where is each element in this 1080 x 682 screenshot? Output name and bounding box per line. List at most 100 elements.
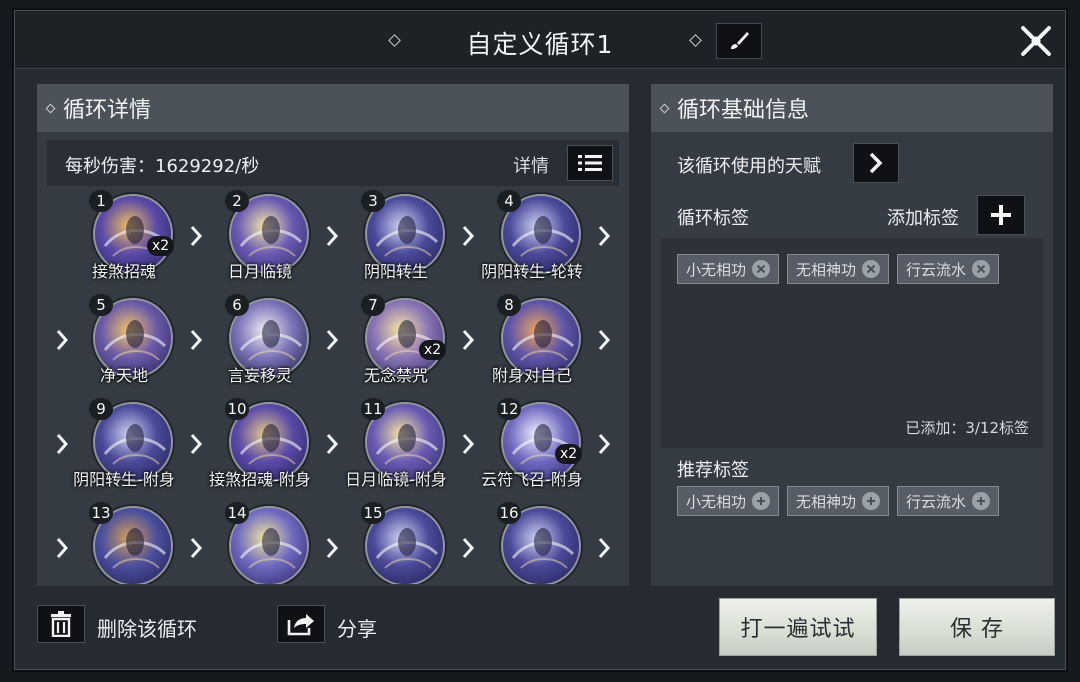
skill-name: 阴阳转生-附身 (73, 470, 175, 489)
skill-order-number: 9 (89, 398, 113, 420)
skill-slot[interactable]: 5 净天地 (59, 294, 189, 394)
skill-slot[interactable]: 4 阴阳转生-轮转 (467, 190, 597, 290)
share-label[interactable]: 分享 (337, 613, 377, 642)
talent-row: 该循环使用的天赋 (661, 140, 1043, 186)
remove-tag-icon[interactable] (752, 260, 771, 278)
add-tag-icon[interactable] (752, 492, 771, 510)
recommended-tag-list: 小无相功 无相神功 行云流水 (677, 486, 1000, 516)
skill-name: 云符飞召-附身 (481, 470, 583, 489)
chevron-right-icon (869, 152, 883, 174)
loop-tags-title: 循环标签 (677, 208, 749, 229)
brush-icon (731, 32, 749, 49)
loop-tag[interactable]: 无相神功 (787, 254, 890, 284)
sequence-arrow-icon (597, 328, 611, 352)
add-tag-icon[interactable] (862, 492, 881, 510)
skill-order-number: 6 (225, 294, 249, 316)
skill-name: 日月临镜-附身 (345, 470, 447, 489)
recommended-tag[interactable]: 小无相功 (677, 486, 780, 516)
skill-slot[interactable]: 3 阴阳转生 (331, 190, 461, 290)
loop-tag[interactable]: 行云流水 (897, 254, 1000, 284)
skill-slot[interactable]: 10 接煞招魂-附身 (195, 398, 325, 498)
loop-detail-header: 循环详情 (37, 84, 629, 132)
skill-slot[interactable]: 11 日月临镜-附身 (331, 398, 461, 498)
skill-name: 附身对自己 (491, 366, 572, 385)
skill-order-number: 7 (361, 294, 385, 316)
skill-name: 净天地 (99, 366, 148, 385)
skill-name (321, 570, 471, 584)
skill-order-number: 10 (225, 398, 249, 420)
skill-slot[interactable]: 6 言妄移灵 (195, 294, 325, 394)
remove-tag-icon[interactable] (972, 260, 991, 278)
loop-basic-info-header: 循环基础信息 (651, 84, 1053, 132)
skill-name: 接煞招魂 (91, 262, 156, 281)
detail-list-button[interactable] (567, 145, 613, 181)
skill-order-number: 4 (497, 190, 521, 212)
skill-name: 日月临镜 (227, 262, 292, 281)
loop-detail-title: 循环详情 (63, 98, 152, 123)
title-bar: 自定义循环1 (15, 11, 1065, 69)
loop-detail-panel: 循环详情 每秒伤害：1629292/秒 详情 1 x2 接煞招魂 2 日月临镜 3 阴阳转生… (37, 84, 629, 586)
loop-tags-box: 循环标签 添加标签 小无相功 无相神功 行云流水 已添加：3/12标签 (661, 192, 1043, 448)
tag-label: 无相神功 (796, 260, 857, 279)
skill-slot[interactable]: 9 阴阳转生-附身 (59, 398, 189, 498)
delete-loop-button[interactable] (37, 605, 85, 643)
recommended-tag[interactable]: 无相神功 (787, 486, 890, 516)
talent-open-button[interactable] (853, 143, 899, 183)
skill-name: 言妄移灵 (227, 366, 292, 385)
try-run-button[interactable]: 打一遍试试 (719, 598, 877, 656)
skill-order-number: 2 (225, 190, 249, 212)
skill-order-number: 1 (89, 190, 113, 212)
plus-icon (991, 205, 1011, 225)
tag-label: 行云流水 (906, 492, 967, 511)
loop-editor-window: 自定义循环1 循环详情 每秒伤害：1629292/秒 详情 1 x2 接煞招魂 … (14, 10, 1066, 670)
tag-label: 小无相功 (686, 260, 747, 279)
skill-slot[interactable]: 13 (59, 502, 189, 584)
close-icon (1021, 26, 1051, 56)
skill-multiplier-badge: x2 (555, 444, 583, 464)
skill-multiplier-badge: x2 (147, 236, 175, 256)
skill-slot[interactable]: 1 x2 接煞招魂 (59, 190, 189, 290)
tag-label: 无相神功 (796, 492, 857, 511)
trash-icon (51, 611, 71, 637)
diamond-icon (659, 103, 670, 113)
diamond-icon (45, 103, 56, 113)
loop-tag[interactable]: 小无相功 (677, 254, 780, 284)
share-icon (287, 614, 314, 636)
save-button[interactable]: 保 存 (899, 598, 1055, 656)
remove-tag-icon[interactable] (862, 260, 881, 278)
skill-sequence-grid: 1 x2 接煞招魂 2 日月临镜 3 阴阳转生 4 阴阳转生-轮转 5 净天地 6 言妄移灵 7 x2 无念禁… (37, 190, 629, 584)
share-button[interactable] (277, 605, 325, 643)
skill-slot[interactable]: 2 日月临镜 (195, 190, 325, 290)
skill-name: 接煞招魂-附身 (209, 470, 311, 489)
loop-tags-header: 循环标签 添加标签 (661, 192, 1043, 238)
skill-name: 阴阳转生 (363, 262, 428, 281)
add-tag-icon[interactable] (972, 492, 991, 510)
close-button[interactable] (1018, 23, 1054, 59)
detail-label: 详情 (513, 156, 549, 177)
skill-name: 无念禁咒 (363, 366, 428, 385)
add-tag-label: 添加标签 (887, 208, 959, 229)
skill-order-number: 14 (225, 502, 249, 524)
skill-name (49, 570, 199, 584)
skill-slot[interactable]: 7 x2 无念禁咒 (331, 294, 461, 394)
skill-slot[interactable]: 14 (195, 502, 325, 584)
delete-loop-label[interactable]: 删除该循环 (97, 613, 197, 642)
rename-brush-button[interactable] (716, 23, 762, 59)
skill-slot[interactable]: 16 (467, 502, 597, 584)
list-icon (578, 155, 602, 171)
recommended-tag[interactable]: 行云流水 (897, 486, 1000, 516)
skill-name: 阴阳转生-轮转 (481, 262, 583, 281)
skill-slot[interactable]: 12 x2 云符飞召-附身 (467, 398, 597, 498)
skill-name (457, 570, 607, 584)
add-tag-button[interactable] (977, 195, 1025, 235)
skill-order-number: 13 (89, 502, 113, 524)
skill-slot[interactable]: 15 (331, 502, 461, 584)
skill-slot[interactable]: 8 附身对自己 (467, 294, 597, 394)
skill-multiplier-badge: x2 (419, 340, 447, 360)
skill-order-number: 5 (89, 294, 113, 316)
current-tag-list: 小无相功 无相神功 行云流水 (677, 254, 1000, 284)
loop-basic-info-panel: 循环基础信息 该循环使用的天赋 循环标签 添加标签 小无相功无相神功行云流水 (651, 84, 1053, 586)
sequence-arrow-icon (597, 536, 611, 560)
dps-value: 每秒伤害：1629292/秒 (65, 156, 260, 177)
tag-label: 行云流水 (906, 260, 967, 279)
